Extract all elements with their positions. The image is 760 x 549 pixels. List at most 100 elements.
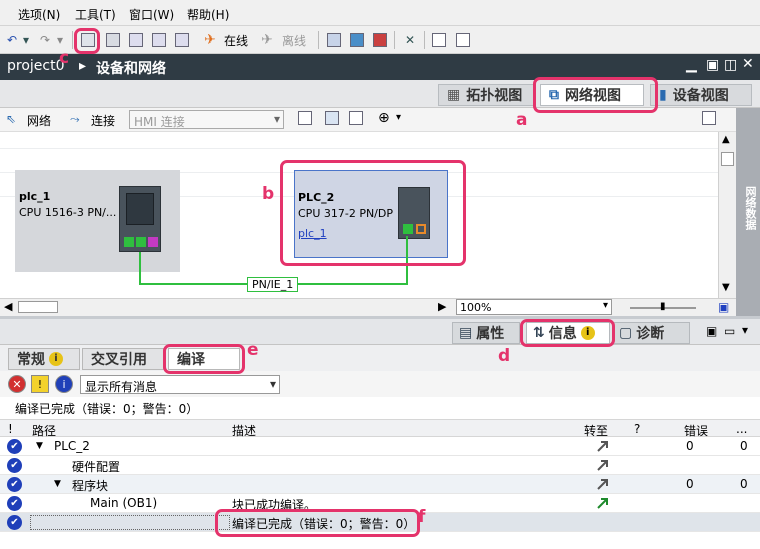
accessible-devices-icon[interactable] (325, 31, 343, 49)
row-errors: 0 (686, 439, 694, 453)
editor-title: 设备和网络 (96, 61, 166, 77)
restore-icon[interactable]: ▣ (706, 57, 719, 73)
connection-mode-icon[interactable]: ⤳ (70, 112, 80, 127)
overview-icon[interactable]: ▣ (718, 300, 729, 314)
row-path: 程序块 (72, 479, 109, 493)
menu-tools[interactable]: 工具(T) (75, 6, 116, 23)
expand-arrow-icon[interactable]: ▼ (36, 441, 43, 451)
highlight-plc-2 (280, 160, 466, 266)
scroll-right-icon[interactable]: ▶ (438, 300, 446, 313)
row-path: Main (OB1) (90, 496, 158, 510)
panel-options-icon[interactable] (702, 111, 716, 128)
dropdown-arrow-icon[interactable]: ▾ (20, 31, 32, 49)
tab-diagnostics[interactable]: ▢ 诊断 (612, 322, 690, 344)
tab-topology-view[interactable]: ▦ 拓扑视图 (438, 84, 534, 106)
split-horizontal-icon[interactable] (430, 31, 448, 49)
message-filter-select[interactable]: 显示所有消息 ▾ (80, 375, 280, 394)
inspector-tab-bar: ▤ 属性 ⇅ 信息 i ▢ 诊断 ▣ ▭ ▾ (0, 319, 760, 345)
download-icon[interactable] (104, 31, 122, 49)
float-icon[interactable]: ▭ (724, 324, 735, 338)
scroll-up-icon[interactable]: ▲ (722, 134, 730, 145)
cpu-module-icon (119, 186, 161, 252)
annotation-label: e (247, 340, 259, 360)
dropdown-arrow-icon[interactable]: ▾ (396, 112, 401, 123)
success-check-icon: ✔ (7, 515, 22, 530)
device-plc-1[interactable]: plc_1 CPU 1516-3 PN/... (15, 170, 180, 272)
restore-icon[interactable]: ▣ (706, 324, 717, 338)
connection-mode-label[interactable]: 连接 (91, 112, 115, 129)
tab-device-view[interactable]: ▮ 设备视图 (650, 84, 752, 106)
network-line (139, 252, 141, 284)
network-data-side-panel[interactable]: 网络数据 (736, 108, 760, 318)
go-offline-label[interactable]: 离线 (282, 32, 306, 49)
main-toolbar: ↶ ▾ ↷ ▾ ✈ 在线 ✈ 离线 ✕ (0, 26, 760, 54)
info-filter-icon[interactable]: i (55, 375, 73, 393)
start-cpu-icon[interactable] (173, 31, 191, 49)
annotation-label: d (498, 346, 511, 366)
scroll-left-icon[interactable]: ◀ (4, 300, 12, 313)
zoom-select[interactable]: 100% ▾ (456, 299, 612, 315)
topology-view-icon: ▦ (447, 87, 461, 103)
expand-arrow-icon[interactable]: ▼ (54, 479, 61, 489)
col-header-question[interactable]: ? (634, 422, 640, 436)
info-sub-tab-bar: 常规 i 交叉引用 编译 (0, 345, 760, 371)
zoom-slider-handle[interactable]: ▮ (660, 301, 666, 312)
tab-device-label: 设备视图 (672, 88, 729, 104)
network-subnet-label[interactable]: PN/IE_1 (247, 277, 299, 292)
cross-icon[interactable]: ✕ (401, 31, 419, 49)
connection-type-select[interactable]: HMI 连接 ▾ (129, 110, 284, 129)
network-mode-label[interactable]: 网络 (27, 112, 51, 129)
go-online-label[interactable]: 在线 (224, 32, 248, 49)
tab-properties[interactable]: ▤ 属性 (452, 322, 520, 344)
warning-filter-icon[interactable]: ! (31, 375, 49, 393)
zoom-icon[interactable]: ⊕ (378, 110, 390, 126)
tab-diagnostics-label: 诊断 (636, 326, 665, 342)
minimize-icon[interactable]: ▁ (686, 57, 697, 73)
redo-icon[interactable]: ↷ (36, 31, 54, 49)
start-icon[interactable] (348, 31, 366, 49)
scroll-thumb[interactable] (721, 152, 734, 166)
connection-type-value: HMI 连接 (134, 115, 185, 129)
canvas-horizontal-scrollbar[interactable]: ◀ ▶ 100% ▾ ▮ ▣ (0, 298, 736, 316)
chevron-down-icon: ▾ (269, 377, 276, 391)
tab-general[interactable]: 常规 i (8, 348, 80, 370)
canvas-vertical-scrollbar[interactable]: ▲ ▼ (718, 132, 736, 298)
highlight-compile-tab (163, 344, 245, 374)
table-row[interactable]: ✔ 硬件配置 (0, 456, 760, 475)
stop-icon[interactable] (371, 31, 389, 49)
float-icon[interactable]: ◫ (724, 57, 737, 73)
show-addresses-icon[interactable] (325, 111, 339, 128)
undo-icon[interactable]: ↶ (3, 31, 21, 49)
close-icon[interactable]: ✕ (742, 56, 754, 72)
col-header-more[interactable]: ... (736, 422, 747, 436)
row-path: PLC_2 (54, 439, 90, 453)
network-mode-icon[interactable]: ⇖ (6, 112, 16, 126)
go-offline-icon[interactable]: ✈ (258, 31, 276, 49)
goto-arrow-icon[interactable] (596, 439, 610, 453)
row-path-focus (30, 515, 230, 530)
collapse-icon[interactable]: ▾ (742, 323, 748, 337)
show-names-icon[interactable] (298, 111, 312, 128)
upload-icon[interactable] (127, 31, 145, 49)
scroll-down-icon[interactable]: ▼ (722, 282, 730, 293)
menu-window[interactable]: 窗口(W) (129, 6, 174, 23)
annotation-label: a (516, 110, 528, 130)
success-check-icon: ✔ (7, 477, 22, 492)
scroll-thumb[interactable] (18, 301, 58, 313)
compile-status-text: 编译已完成（错误：0；警告：0） (15, 402, 199, 416)
simulate-icon[interactable] (150, 31, 168, 49)
table-row[interactable]: ✔ ▼ 程序块 0 0 (0, 475, 760, 494)
goto-arrow-icon[interactable] (596, 477, 610, 491)
goto-arrow-icon[interactable] (596, 458, 610, 472)
goto-arrow-icon[interactable] (596, 496, 610, 510)
split-vertical-icon[interactable] (454, 31, 472, 49)
menu-options[interactable]: 选项(N) (18, 6, 60, 23)
error-filter-icon[interactable]: ✕ (8, 375, 26, 393)
table-view-icon[interactable] (349, 111, 363, 128)
menu-help[interactable]: 帮助(H) (187, 6, 229, 23)
go-online-icon[interactable]: ✈ (201, 31, 219, 49)
table-row[interactable]: ✔ ▼ PLC_2 0 0 (0, 437, 760, 456)
dropdown-arrow-icon[interactable]: ▾ (54, 31, 66, 49)
tab-properties-label: 属性 (476, 326, 505, 342)
tab-cross-references[interactable]: 交叉引用 (82, 348, 164, 370)
